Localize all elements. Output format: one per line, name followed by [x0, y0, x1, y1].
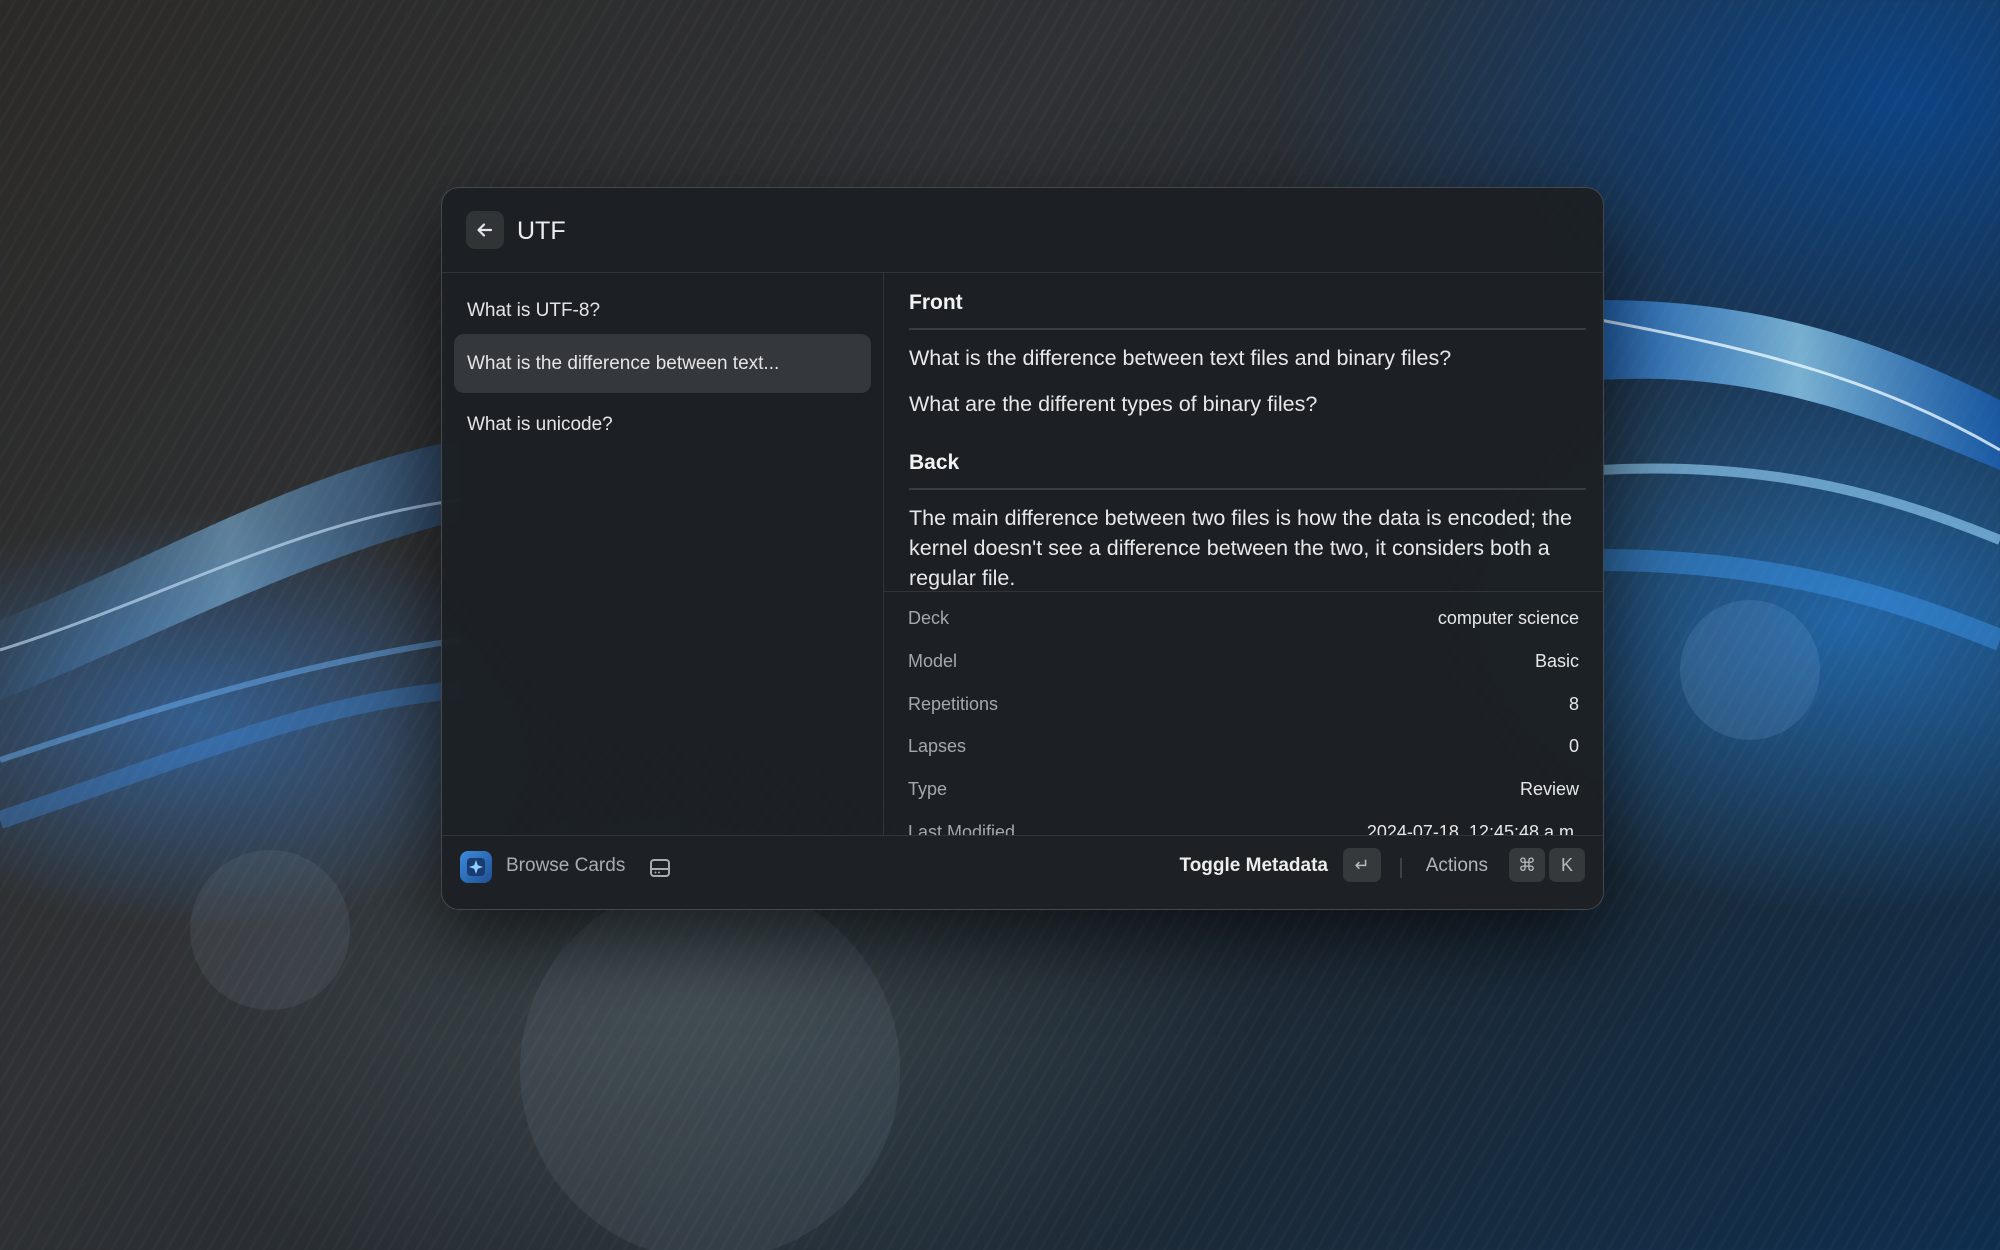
search-bar — [442, 188, 1603, 273]
search-input[interactable] — [515, 208, 1119, 254]
metadata-key: Lapses — [908, 736, 967, 756]
metadata-row-lapses: Lapses 0 — [884, 726, 1603, 768]
enter-key-hint: ↵ — [1343, 848, 1381, 882]
browse-cards-window: What is UTF-8? What is the difference be… — [441, 187, 1604, 910]
hard-drive-icon — [650, 859, 670, 877]
metadata-key: Deck — [908, 608, 950, 628]
metadata-value: 8 — [1568, 694, 1579, 714]
back-divider — [909, 488, 1586, 490]
back-heading: Back — [909, 451, 960, 474]
metadata-panel: Deck computer science Model Basic Repeti… — [884, 591, 1603, 836]
arrow-left-icon — [477, 223, 493, 237]
front-line: What is the difference between text file… — [909, 346, 1452, 370]
toggle-metadata-button[interactable]: Toggle Metadata — [1180, 855, 1329, 877]
footer-title: Browse Cards — [506, 855, 626, 876]
list-item[interactable]: What is UTF-8? — [454, 281, 871, 340]
list-item-label: What is UTF-8? — [467, 299, 601, 321]
front-heading: Front — [909, 291, 963, 314]
metadata-key: Model — [908, 651, 958, 671]
list-item-selected[interactable]: What is the difference between text... — [454, 334, 871, 393]
metadata-row-last-modified: Last Modified 2024-07-18, 12:45:48 a.m. — [884, 812, 1603, 836]
metadata-row-deck: Deck computer science — [884, 598, 1603, 640]
command-key-hint: ⌘ — [1509, 848, 1545, 882]
actions-button[interactable]: Actions — [1426, 855, 1488, 877]
list-item[interactable]: What is unicode? — [454, 395, 871, 454]
metadata-value: Review — [1519, 779, 1579, 799]
action-bar: Browse Cards Toggle Metadata ↵ Actions ⌘… — [442, 835, 1603, 909]
back-text: The main difference between two files is… — [909, 506, 1572, 590]
metadata-row-repetitions: Repetitions 8 — [884, 684, 1603, 726]
metadata-key: Repetitions — [908, 694, 999, 714]
results-list: What is UTF-8? What is the difference be… — [442, 273, 884, 835]
metadata-row-model: Model Basic — [884, 641, 1603, 683]
front-divider — [909, 328, 1586, 330]
metadata-value: Basic — [1534, 651, 1579, 671]
list-item-label: What is unicode? — [467, 413, 613, 435]
metadata-value: computer science — [1437, 608, 1579, 628]
star-icon — [467, 858, 485, 876]
wallpaper-bokeh — [520, 880, 900, 1250]
back-button[interactable] — [466, 211, 504, 249]
wallpaper-bokeh — [1680, 600, 1820, 740]
footer-separator — [1400, 858, 1402, 878]
app-icon — [460, 851, 492, 883]
metadata-key: Last Modified — [908, 822, 1016, 836]
k-key-hint: K — [1549, 848, 1585, 882]
metadata-value: 2024-07-18, 12:45:48 a.m. — [1366, 822, 1579, 836]
metadata-row-type: Type Review — [884, 769, 1603, 811]
list-item-label: What is the difference between text... — [467, 352, 780, 374]
card-detail: Front What is the difference between tex… — [884, 273, 1603, 591]
metadata-value: 0 — [1568, 736, 1579, 756]
wallpaper-bokeh — [190, 850, 350, 1010]
metadata-key: Type — [908, 779, 948, 799]
front-line: What are the different types of binary f… — [909, 392, 1318, 416]
